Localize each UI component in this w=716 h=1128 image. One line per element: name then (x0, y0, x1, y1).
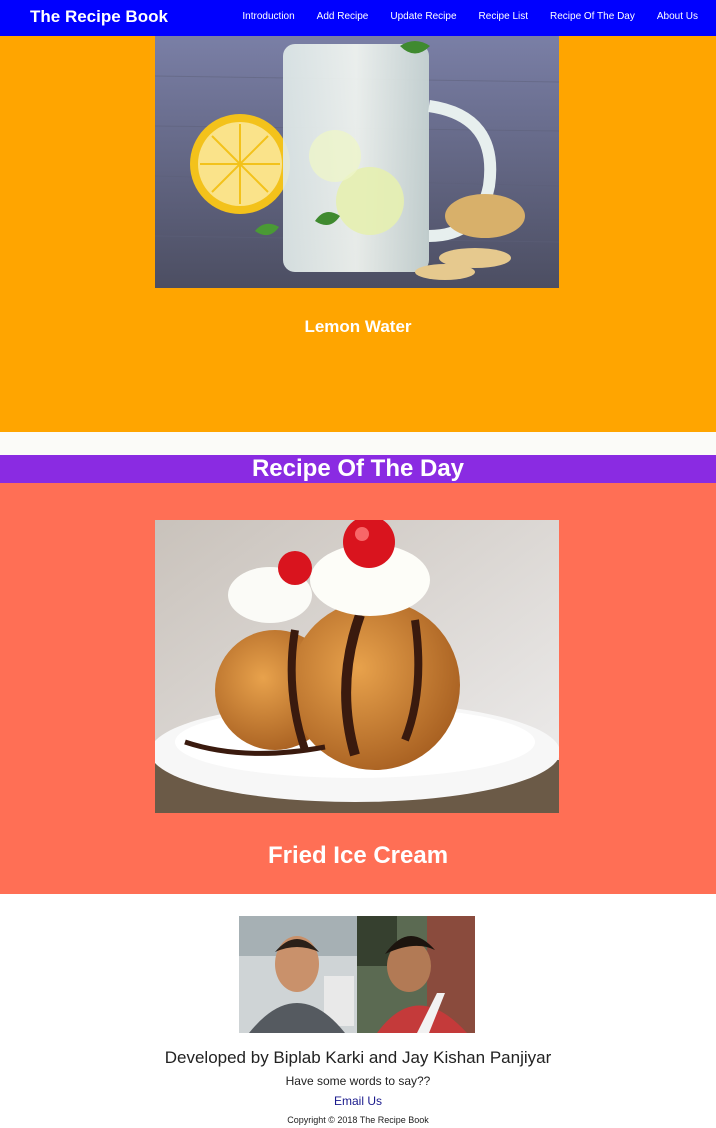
developer-photos (239, 916, 475, 1033)
developer-photo-2 (357, 916, 475, 1033)
nav-link-about-us[interactable]: About Us (657, 11, 698, 22)
recipe-of-the-day-heading: Recipe Of The Day (0, 455, 716, 483)
feedback-prompt: Have some words to say?? (285, 1074, 431, 1088)
nav-link-update-recipe[interactable]: Update Recipe (390, 11, 456, 22)
recipe-of-the-day-name[interactable]: Fried Ice Cream (0, 842, 716, 870)
recipe-of-the-day-section: Fried Ice Cream (0, 483, 716, 894)
email-us-link[interactable]: Email Us (0, 1094, 716, 1108)
recipe-section-lemon-water: Lemon Water (0, 36, 716, 432)
brand-logo-link[interactable]: The Recipe Book (30, 7, 168, 27)
nav-links: Introduction Add Recipe Update Recipe Re… (242, 11, 698, 22)
footer: Developed by Biplab Karki and Jay Kishan… (0, 894, 716, 1128)
fried-ice-cream-image (155, 520, 559, 813)
nav-link-add-recipe[interactable]: Add Recipe (317, 11, 369, 22)
nav-link-recipe-of-the-day[interactable]: Recipe Of The Day (550, 11, 635, 22)
navbar: The Recipe Book Introduction Add Recipe … (0, 0, 716, 36)
copyright-text: Copyright © 2018 The Recipe Book (287, 1115, 429, 1125)
section-divider (0, 432, 716, 455)
nav-link-introduction[interactable]: Introduction (242, 11, 294, 22)
developer-photo-1 (239, 916, 357, 1033)
recipe-name-lemon-water[interactable]: Lemon Water (0, 317, 716, 337)
developers-credit: Developed by Biplab Karki and Jay Kishan… (164, 1048, 552, 1067)
nav-link-recipe-list[interactable]: Recipe List (479, 11, 528, 22)
lemon-water-image (155, 36, 559, 288)
